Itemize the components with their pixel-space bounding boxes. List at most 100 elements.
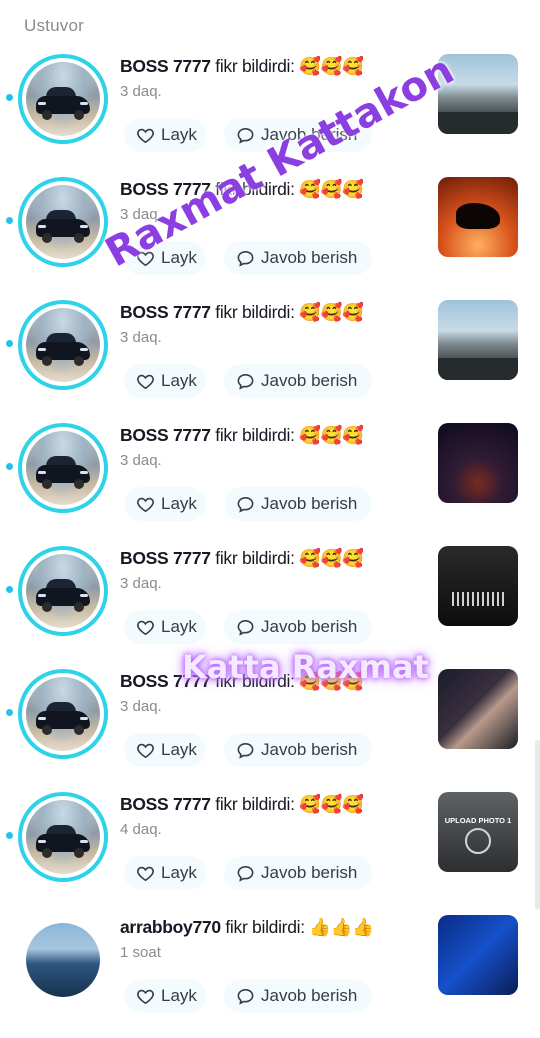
video-thumbnail[interactable] <box>438 54 518 134</box>
video-thumbnail[interactable] <box>438 300 518 380</box>
heart-icon <box>136 495 161 514</box>
reply-button[interactable]: Javob berish <box>224 241 372 275</box>
emoji-text: 🥰🥰🥰 <box>299 794 364 814</box>
emoji-text: 🥰🥰🥰 <box>299 56 364 76</box>
notification-item[interactable]: BOSS 7777 fikr bildirdi: 🥰🥰🥰 3 daq. Layk Ja… <box>0 300 540 423</box>
timestamp: 1 soat <box>120 944 161 961</box>
timestamp: 3 daq. <box>120 698 162 715</box>
action-text: fikr bildirdi: <box>225 917 305 937</box>
unread-dot <box>6 340 13 347</box>
emoji-text: 👍👍👍 <box>309 917 374 937</box>
video-thumbnail[interactable] <box>438 669 518 749</box>
reply-label: Javob berish <box>261 617 358 636</box>
avatar-image <box>26 800 100 874</box>
like-button[interactable]: Layk <box>124 856 206 890</box>
avatar[interactable] <box>18 54 108 144</box>
avatar-image <box>26 431 100 505</box>
username[interactable]: BOSS 7777 <box>120 56 211 76</box>
unread-dot <box>6 217 13 224</box>
notification-title: BOSS 7777 fikr bildirdi: 🥰🥰🥰 <box>120 671 430 692</box>
heart-icon <box>136 741 161 760</box>
notification-title: BOSS 7777 fikr bildirdi: 🥰🥰🥰 <box>120 548 430 569</box>
reply-button[interactable]: Javob berish <box>224 856 372 890</box>
notification-item[interactable]: BOSS 7777 fikr bildirdi: 🥰🥰🥰 3 daq. Layk Ja… <box>0 669 540 792</box>
avatar[interactable] <box>18 423 108 513</box>
reply-button[interactable]: Javob berish <box>224 118 372 152</box>
like-button[interactable]: Layk <box>124 610 206 644</box>
avatar[interactable] <box>18 546 108 636</box>
reply-button[interactable]: Javob berish <box>224 610 372 644</box>
unread-dot <box>6 463 13 470</box>
username[interactable]: BOSS 7777 <box>120 671 211 691</box>
like-button[interactable]: Layk <box>124 364 206 398</box>
like-label: Layk <box>161 494 197 513</box>
like-button[interactable]: Layk <box>124 979 206 1013</box>
reply-button[interactable]: Javob berish <box>224 733 372 767</box>
video-thumbnail[interactable] <box>438 177 518 257</box>
reply-button[interactable]: Javob berish <box>224 487 372 521</box>
like-button[interactable]: Layk <box>124 241 206 275</box>
like-label: Layk <box>161 617 197 636</box>
avatar[interactable] <box>18 300 108 390</box>
comment-bubble-icon <box>236 987 261 1006</box>
emoji-text: 🥰🥰🥰 <box>299 425 364 445</box>
like-label: Layk <box>161 371 197 390</box>
emoji-text: 🥰🥰🥰 <box>299 548 364 568</box>
avatar-image <box>26 308 100 382</box>
username[interactable]: BOSS 7777 <box>120 548 211 568</box>
notification-item[interactable]: BOSS 7777 fikr bildirdi: 🥰🥰🥰 3 daq. Layk Ja… <box>0 177 540 300</box>
comment-bubble-icon <box>236 372 261 391</box>
avatar-image <box>26 554 100 628</box>
avatar[interactable] <box>18 177 108 267</box>
like-button[interactable]: Layk <box>124 118 206 152</box>
avatar[interactable] <box>18 669 108 759</box>
notification-title: BOSS 7777 fikr bildirdi: 🥰🥰🥰 <box>120 302 430 323</box>
notification-item[interactable]: BOSS 7777 fikr bildirdi: 🥰🥰🥰 4 daq. Layk Ja… <box>0 792 540 915</box>
notification-item[interactable]: BOSS 7777 fikr bildirdi: 🥰🥰🥰 3 daq. Layk Ja… <box>0 54 540 177</box>
notification-title: BOSS 7777 fikr bildirdi: 🥰🥰🥰 <box>120 425 430 446</box>
notification-title: BOSS 7777 fikr bildirdi: 🥰🥰🥰 <box>120 794 430 815</box>
heart-icon <box>136 987 161 1006</box>
username[interactable]: BOSS 7777 <box>120 179 211 199</box>
thumbnail-caption: UPLOAD PHOTO 1 <box>444 816 512 825</box>
username[interactable]: BOSS 7777 <box>120 302 211 322</box>
comment-bubble-icon <box>236 864 261 883</box>
heart-icon <box>136 126 161 145</box>
like-label: Layk <box>161 248 197 267</box>
video-thumbnail[interactable] <box>438 915 518 995</box>
avatar[interactable] <box>18 792 108 882</box>
timestamp: 3 daq. <box>120 575 162 592</box>
action-text: fikr bildirdi: <box>215 548 295 568</box>
username[interactable]: arrabboy770 <box>120 917 221 937</box>
notification-item[interactable]: BOSS 7777 fikr bildirdi: 🥰🥰🥰 3 daq. Layk Ja… <box>0 423 540 546</box>
timestamp: 3 daq. <box>120 83 162 100</box>
action-text: fikr bildirdi: <box>215 425 295 445</box>
unread-dot <box>6 586 13 593</box>
username[interactable]: BOSS 7777 <box>120 794 211 814</box>
avatar-image <box>26 677 100 751</box>
like-button[interactable]: Layk <box>124 487 206 521</box>
timestamp: 3 daq. <box>120 206 162 223</box>
comment-bubble-icon <box>236 126 261 145</box>
heart-icon <box>136 618 161 637</box>
avatar[interactable] <box>18 915 108 1005</box>
like-label: Layk <box>161 125 197 144</box>
reply-button[interactable]: Javob berish <box>224 979 372 1013</box>
heart-icon <box>136 249 161 268</box>
unread-dot <box>6 832 13 839</box>
heart-icon <box>136 372 161 391</box>
like-button[interactable]: Layk <box>124 733 206 767</box>
username[interactable]: BOSS 7777 <box>120 425 211 445</box>
notification-item[interactable]: BOSS 7777 fikr bildirdi: 🥰🥰🥰 3 daq. Layk Ja… <box>0 546 540 669</box>
comment-bubble-icon <box>236 618 261 637</box>
comment-bubble-icon <box>236 249 261 268</box>
video-thumbnail[interactable] <box>438 423 518 503</box>
action-text: fikr bildirdi: <box>215 671 295 691</box>
notification-title: arrabboy770 fikr bildirdi: 👍👍👍 <box>120 917 430 938</box>
reply-label: Javob berish <box>261 863 358 882</box>
scrollbar[interactable] <box>535 740 540 910</box>
video-thumbnail[interactable] <box>438 546 518 626</box>
notification-item[interactable]: arrabboy770 fikr bildirdi: 👍👍👍 1 soat Layk… <box>0 915 540 1038</box>
reply-button[interactable]: Javob berish <box>224 364 372 398</box>
video-thumbnail[interactable]: UPLOAD PHOTO 1 <box>438 792 518 872</box>
